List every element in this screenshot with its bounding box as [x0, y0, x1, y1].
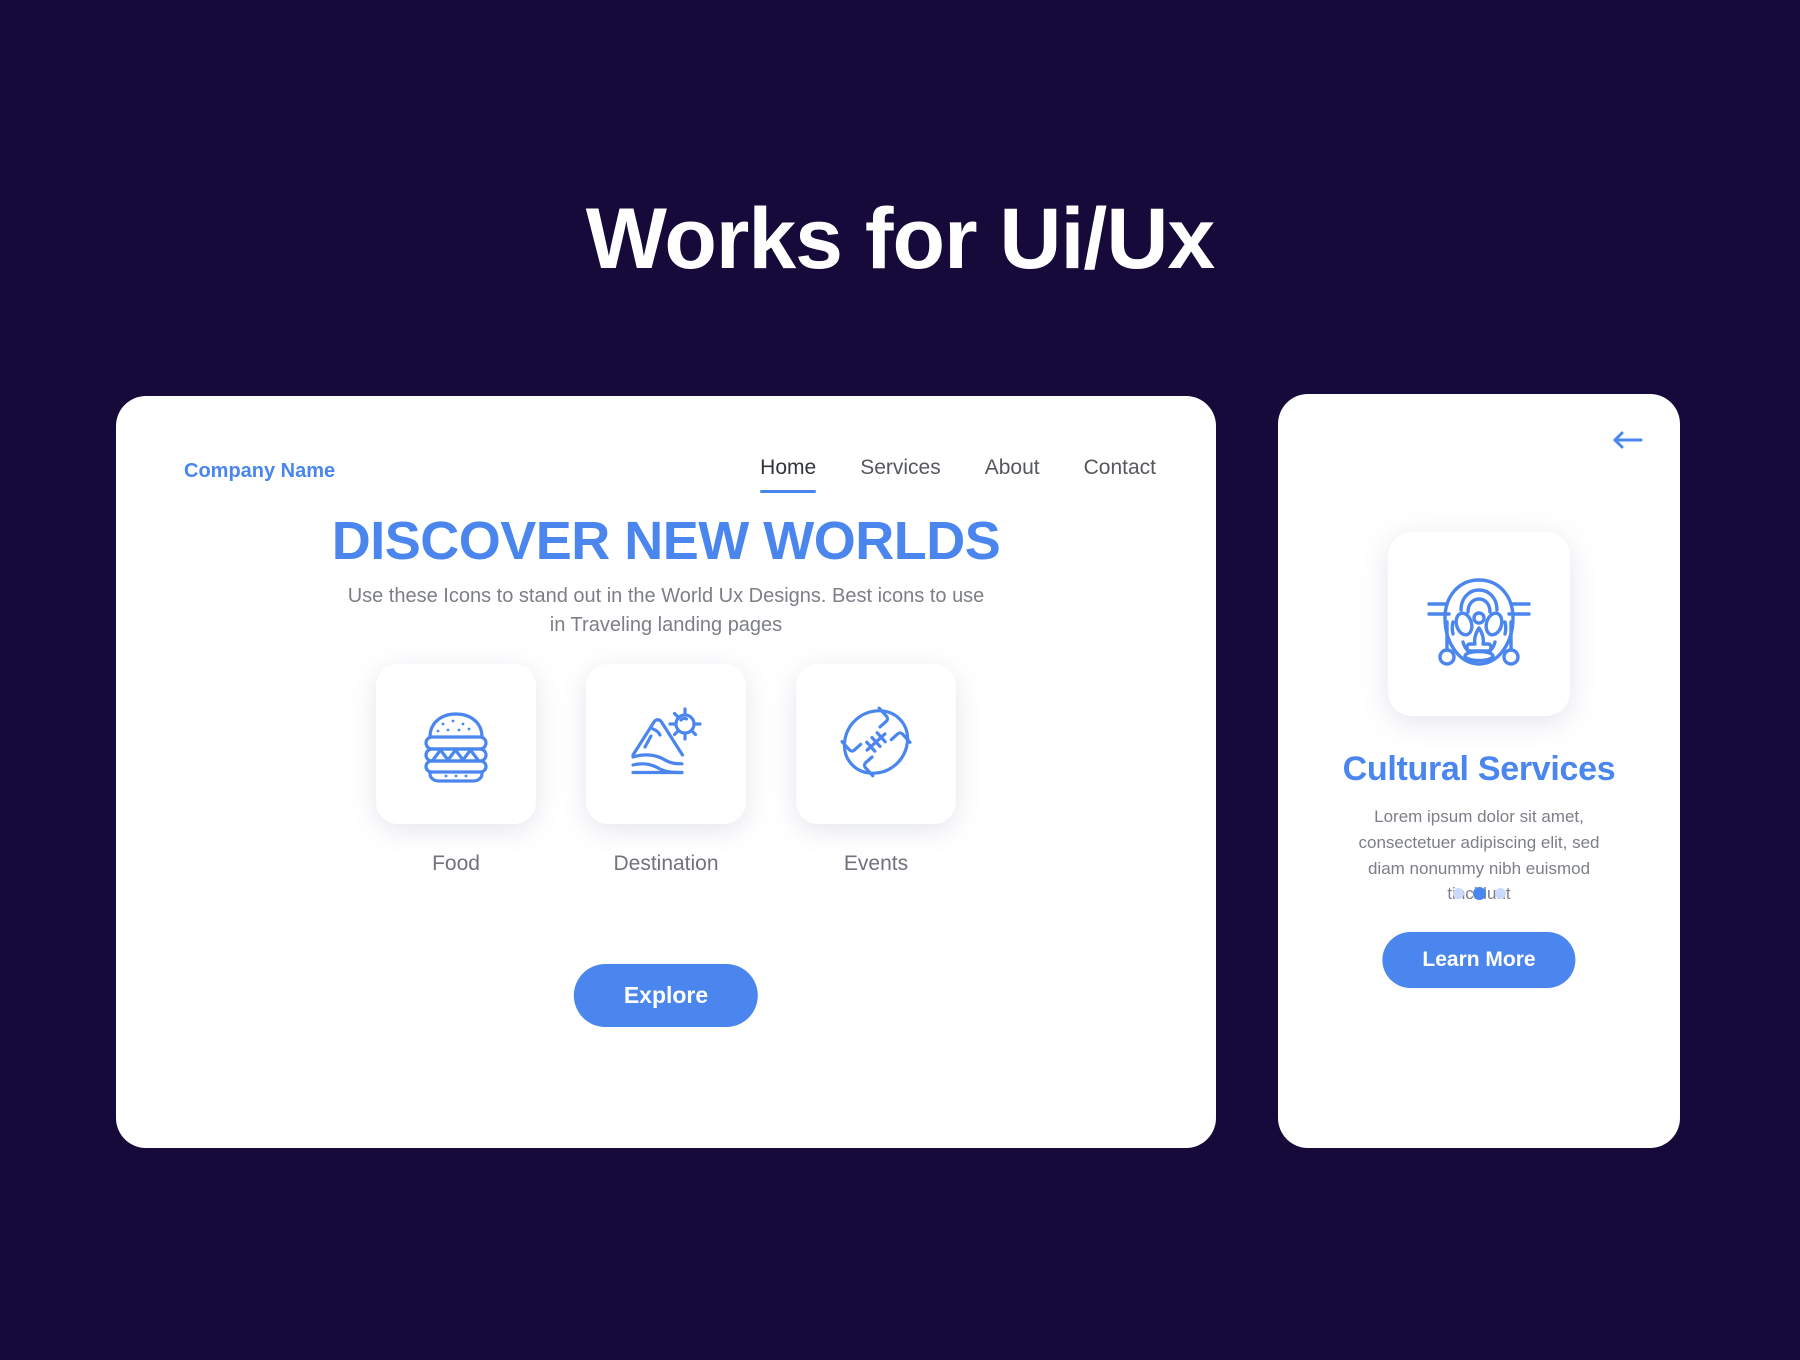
mountain-sun-icon — [623, 699, 709, 790]
brand-logo[interactable]: Company Name — [184, 460, 335, 483]
nav-item-about[interactable]: About — [985, 456, 1040, 493]
destination-tile[interactable] — [586, 664, 746, 824]
tribal-mask-icon — [1423, 566, 1535, 683]
food-tile[interactable] — [376, 664, 536, 824]
carousel-dot-1[interactable] — [1452, 888, 1464, 899]
desktop-mockup-card: Company Name Home Services About Contact… — [116, 396, 1216, 1148]
hero-heading: DISCOVER NEW WORLDS — [331, 511, 1001, 571]
events-tile-label: Events — [843, 852, 909, 875]
category-food[interactable]: Food — [376, 664, 536, 876]
learn-more-button[interactable]: Learn More — [1382, 932, 1576, 988]
carousel-pagination — [1278, 887, 1680, 900]
mobile-heading: Cultural Services — [1342, 750, 1616, 788]
nav-item-contact[interactable]: Contact — [1084, 456, 1156, 493]
carousel-dot-3[interactable] — [1494, 888, 1506, 899]
cultural-icon-tile — [1388, 532, 1570, 716]
events-tile[interactable] — [796, 664, 956, 824]
navbar: Company Name Home Services About Contact — [116, 456, 1216, 496]
nav-item-services[interactable]: Services — [860, 456, 941, 493]
carousel-dot-2[interactable] — [1472, 887, 1486, 900]
category-destination[interactable]: Destination — [586, 664, 746, 876]
food-tile-label: Food — [432, 852, 480, 875]
nav-links: Home Services About Contact — [760, 456, 1156, 493]
football-icon — [833, 699, 919, 790]
page-title: Works for Ui/Ux — [585, 191, 1216, 287]
destination-tile-label: Destination — [613, 852, 719, 875]
category-events[interactable]: Events — [796, 664, 956, 876]
explore-button[interactable]: Explore — [573, 964, 759, 1027]
nav-item-home[interactable]: Home — [760, 456, 817, 493]
burger-icon — [413, 699, 499, 790]
mobile-mockup-card: Cultural Services Lorem ipsum dolor sit … — [1278, 394, 1680, 1148]
back-arrow-icon[interactable] — [1610, 427, 1644, 453]
hero-subtitle: Use these Icons to stand out in the Worl… — [347, 585, 985, 636]
category-tiles: Food Destination Events — [376, 664, 956, 876]
